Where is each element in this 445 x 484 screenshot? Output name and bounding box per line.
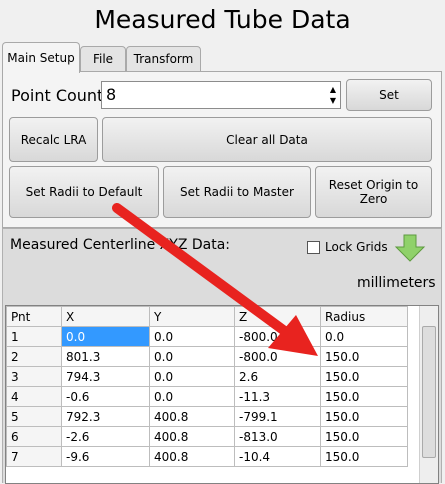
data-table: Pnt X Y Z Radius 1 0.0 0.0 -800.0 0.0 2 … [6, 306, 408, 467]
down-arrow-icon[interactable] [393, 233, 427, 266]
set-button[interactable]: Set [346, 79, 432, 111]
row-number[interactable]: 6 [6, 426, 62, 447]
tab-file[interactable]: File [80, 46, 126, 71]
cell-y[interactable]: 400.8 [149, 406, 235, 427]
reset-origin-button[interactable]: Reset Origin to Zero [315, 166, 432, 218]
cell-y[interactable]: 0.0 [149, 366, 235, 387]
col-header-radius[interactable]: Radius [320, 306, 408, 327]
tab-transform[interactable]: Transform [126, 46, 201, 71]
point-count-value: 8 [106, 85, 117, 104]
point-count-label: Point Count [11, 86, 104, 105]
cell-radius[interactable]: 150.0 [320, 366, 408, 387]
clear-all-data-button[interactable]: Clear all Data [102, 117, 432, 162]
cell-z[interactable]: -800.0 [234, 326, 321, 347]
col-header-x[interactable]: X [61, 306, 150, 327]
table-row: 5 792.3 400.8 -799.1 150.0 [6, 406, 408, 427]
cell-y[interactable]: 0.0 [149, 346, 235, 367]
set-radii-default-button[interactable]: Set Radii to Default [9, 166, 159, 218]
row-number[interactable]: 5 [6, 406, 62, 427]
spin-down-icon[interactable]: ▼ [330, 95, 336, 106]
row-number[interactable]: 3 [6, 366, 62, 387]
cell-y[interactable]: 400.8 [149, 446, 235, 467]
table-row: 6 -2.6 400.8 -813.0 150.0 [6, 426, 408, 447]
units-label: millimeters [357, 275, 436, 291]
lock-grids-label: Lock Grids [325, 240, 388, 254]
centerline-data-grid[interactable]: Pnt X Y Z Radius 1 0.0 0.0 -800.0 0.0 2 … [5, 305, 439, 484]
spin-up-icon[interactable]: ▲ [330, 84, 336, 95]
table-row: 3 794.3 0.0 2.6 150.0 [6, 366, 408, 387]
cell-x[interactable]: 801.3 [61, 346, 150, 367]
table-row: 1 0.0 0.0 -800.0 0.0 [6, 326, 408, 347]
row-number[interactable]: 4 [6, 386, 62, 407]
point-count-spinner[interactable]: 8 ▲ ▼ [101, 81, 341, 109]
cell-z[interactable]: -11.3 [234, 386, 321, 407]
cell-y[interactable]: 400.8 [149, 426, 235, 447]
cell-y[interactable]: 0.0 [149, 386, 235, 407]
centerline-title: Measured Centerline XYZ Data: [10, 237, 231, 253]
cell-radius[interactable]: 150.0 [320, 446, 408, 467]
table-header-row: Pnt X Y Z Radius [6, 306, 408, 327]
cell-z[interactable]: -799.1 [234, 406, 321, 427]
lock-grids-checkbox[interactable]: Lock Grids [307, 240, 388, 254]
cell-z[interactable]: -10.4 [234, 446, 321, 467]
tab-main-setup[interactable]: Main Setup [2, 42, 80, 73]
recalc-lra-button[interactable]: Recalc LRA [9, 117, 98, 162]
table-row: 4 -0.6 0.0 -11.3 150.0 [6, 386, 408, 407]
vertical-scrollbar[interactable] [419, 306, 438, 483]
cell-radius[interactable]: 150.0 [320, 386, 408, 407]
cell-x[interactable]: 794.3 [61, 366, 150, 387]
row-number[interactable]: 7 [6, 446, 62, 467]
cell-x[interactable]: -2.6 [61, 426, 150, 447]
cell-x[interactable]: 792.3 [61, 406, 150, 427]
cell-z[interactable]: -800.0 [234, 346, 321, 367]
set-radii-master-button[interactable]: Set Radii to Master [163, 166, 311, 218]
cell-radius[interactable]: 0.0 [320, 326, 408, 347]
cell-x[interactable]: 0.0 [61, 326, 150, 347]
cell-radius[interactable]: 150.0 [320, 426, 408, 447]
window-title: Measured Tube Data [94, 5, 351, 34]
cell-z[interactable]: -813.0 [234, 426, 321, 447]
checkbox-box[interactable] [307, 240, 320, 254]
col-header-pnt[interactable]: Pnt [6, 306, 62, 327]
table-row: 7 -9.6 400.8 -10.4 150.0 [6, 446, 408, 467]
table-row: 2 801.3 0.0 -800.0 150.0 [6, 346, 408, 367]
row-number[interactable]: 2 [6, 346, 62, 367]
row-number[interactable]: 1 [6, 326, 62, 347]
spinner-arrows[interactable]: ▲ ▼ [330, 84, 336, 106]
col-header-z[interactable]: Z [234, 306, 321, 327]
scrollbar-thumb[interactable] [422, 326, 436, 458]
cell-y[interactable]: 0.0 [149, 326, 235, 347]
col-header-y[interactable]: Y [149, 306, 235, 327]
cell-x[interactable]: -0.6 [61, 386, 150, 407]
cell-z[interactable]: 2.6 [234, 366, 321, 387]
cell-x[interactable]: -9.6 [61, 446, 150, 467]
cell-radius[interactable]: 150.0 [320, 406, 408, 427]
cell-radius[interactable]: 150.0 [320, 346, 408, 367]
